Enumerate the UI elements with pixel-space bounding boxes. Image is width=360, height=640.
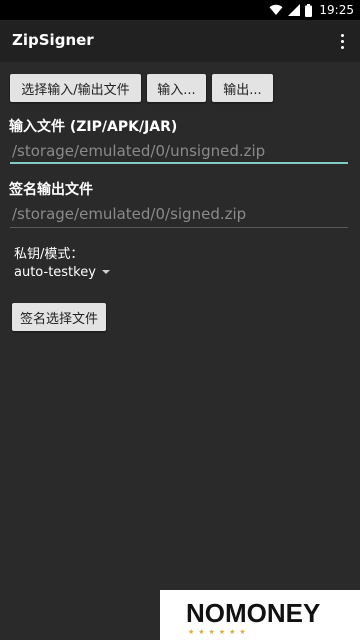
battery-icon — [305, 3, 313, 17]
output-field-underline — [10, 227, 348, 228]
status-icons: 19:25 — [269, 2, 354, 18]
output-file-field[interactable]: /storage/emulated/0/signed.zip — [10, 205, 348, 229]
output-button[interactable]: 输出... — [212, 74, 273, 102]
status-time: 19:25 — [319, 3, 354, 17]
app-title: ZipSigner — [12, 31, 94, 49]
input-field-underline — [10, 162, 348, 164]
dropdown-arrow-icon — [101, 270, 110, 274]
wifi-icon — [269, 4, 283, 16]
overflow-dot — [340, 33, 344, 37]
overflow-dot — [340, 39, 344, 43]
signal-icon — [288, 4, 301, 16]
overflow-dot — [340, 45, 344, 49]
input-file-label: 输入文件 (ZIP/APK/JAR) — [9, 119, 178, 135]
key-mode-value: auto-testkey — [14, 264, 96, 280]
key-mode-spinner[interactable]: auto-testkey — [14, 262, 110, 282]
sign-files-button[interactable]: 签名选择文件 — [12, 303, 106, 331]
app-bar: ZipSigner — [0, 20, 360, 62]
select-io-files-button[interactable]: 选择输入/输出文件 — [10, 74, 141, 102]
output-file-label: 签名输出文件 — [9, 182, 93, 198]
watermark-logo: NOMONEY — [186, 598, 321, 628]
status-bar: 19:25 — [0, 0, 360, 20]
more-vert-icon[interactable] — [330, 27, 354, 55]
watermark: NOMONEY ★★★★★★ — [160, 590, 360, 640]
input-button[interactable]: 输入... — [147, 74, 206, 102]
key-mode-label: 私钥/模式： — [14, 247, 84, 262]
watermark-stars: ★★★★★★ — [188, 628, 250, 636]
